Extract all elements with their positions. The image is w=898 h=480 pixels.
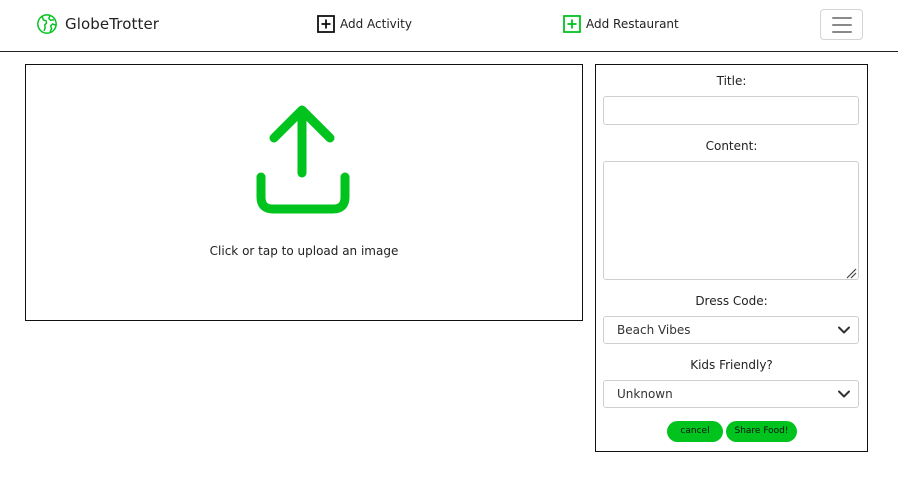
plus-square-icon [317, 15, 335, 33]
title-label: Title: [716, 74, 747, 88]
share-food-button[interactable]: Share Food! [726, 421, 797, 442]
hamburger-menu-icon-bar [831, 23, 852, 26]
chevron-down-icon [838, 390, 850, 398]
plus-square-icon [563, 15, 581, 33]
upload-instructions: Click or tap to upload an image [209, 244, 399, 258]
hamburger-menu-icon-bar [831, 30, 852, 33]
brand-name: GlobeTrotter [65, 15, 160, 33]
chevron-down-icon [838, 326, 850, 334]
content-textarea[interactable] [603, 161, 859, 280]
dress-code-value: Beach Vibes [617, 323, 691, 337]
upload-icon [256, 105, 350, 214]
content-label: Content: [705, 139, 758, 153]
kids-friendly-value: Unknown [617, 387, 673, 401]
globe-icon [37, 14, 57, 34]
menu-toggle-button[interactable] [820, 9, 863, 40]
navbar: GlobeTrotter Add Activity Add Restaurant [0, 0, 898, 52]
image-upload-dropzone[interactable]: Click or tap to upload an image [25, 64, 583, 321]
content-area-wrap [596, 161, 867, 280]
add-restaurant-link[interactable]: Add Restaurant [563, 15, 679, 33]
kids-friendly-label: Kids Friendly? [690, 358, 773, 372]
food-form-panel: Title: Content: Dress Code: Beach Vibes … [595, 64, 868, 452]
cancel-button[interactable]: cancel [667, 421, 723, 442]
dress-code-select[interactable]: Beach Vibes [603, 316, 859, 344]
dress-code-label: Dress Code: [695, 294, 768, 308]
title-input[interactable] [603, 96, 859, 125]
add-activity-link[interactable]: Add Activity [317, 15, 412, 33]
kids-friendly-select[interactable]: Unknown [603, 380, 859, 408]
brand-link[interactable]: GlobeTrotter [36, 13, 159, 35]
resize-grip-icon[interactable] [845, 267, 857, 279]
add-activity-label: Add Activity [340, 17, 412, 31]
add-restaurant-label: Add Restaurant [586, 17, 679, 31]
hamburger-menu-icon-bar [831, 16, 852, 19]
